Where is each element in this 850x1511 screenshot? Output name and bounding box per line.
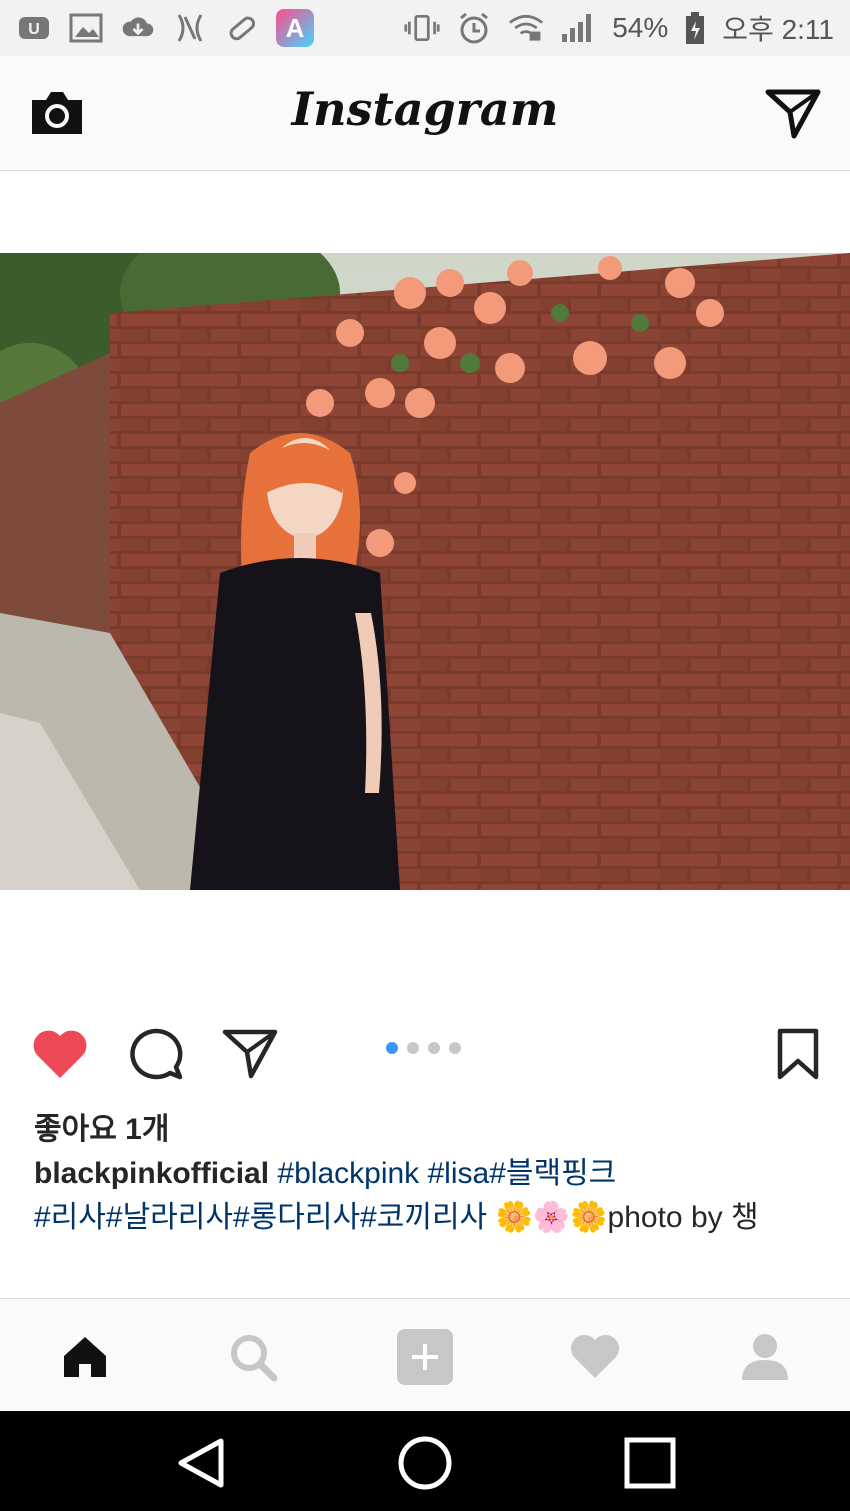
profile-icon[interactable] [735,1327,795,1387]
alarm-icon [456,10,492,46]
caption-text: photo by 챙 [607,1201,759,1234]
post-caption: blackpinkofficial #blackpink #lisa#블랙핑크 … [34,1152,824,1240]
caption-username[interactable]: blackpinkofficial [34,1157,269,1190]
pill-icon [224,10,260,46]
direct-message-icon[interactable] [764,86,822,140]
home-icon[interactable] [55,1327,115,1387]
post-photo[interactable] [0,253,850,890]
app-a-icon: A [276,9,314,47]
vibrate-icon [404,10,440,46]
battery-icon [684,10,706,46]
activity-heart-icon[interactable] [565,1327,625,1387]
carousel-dot [449,1042,461,1054]
save-bookmark-icon[interactable] [768,1024,828,1084]
caption-emojis: 🌼🌸🌼 [495,1201,608,1234]
caption-hashtags[interactable]: #리사#날라리사#롱다리사#코끼리사 [34,1201,495,1234]
signal-icon [560,10,596,46]
wifi-lock-icon [508,10,544,46]
carousel-indicator [386,1042,461,1054]
instagram-logo: Instagram [291,82,559,136]
bottom-tab-bar [0,1298,850,1412]
status-bar: U A 54% 오후 2:11 [0,0,850,56]
comment-icon[interactable] [126,1024,186,1084]
nfc-icon [172,10,208,46]
app-notification-icon: U [16,10,52,46]
clock: 오후 2:11 [722,14,834,45]
search-icon[interactable] [223,1327,283,1387]
share-icon[interactable] [220,1024,280,1084]
home-button-icon[interactable] [395,1433,455,1493]
like-heart-icon[interactable] [30,1024,90,1084]
recents-icon[interactable] [620,1433,680,1493]
caption-hashtags[interactable]: #blackpink #lisa#블랙핑크 [269,1157,616,1190]
svg-text:U: U [28,21,40,38]
gallery-icon [68,10,104,46]
add-icon[interactable] [395,1327,455,1387]
system-nav-bar [0,1411,850,1511]
like-count[interactable]: 좋아요 1개 [34,1104,169,1148]
back-icon[interactable] [170,1433,230,1493]
carousel-dot [428,1042,440,1054]
app-header: Instagram [0,56,850,171]
download-icon [120,10,156,46]
carousel-dot [386,1042,398,1054]
carousel-dot [407,1042,419,1054]
battery-percent: 54% [612,12,669,43]
